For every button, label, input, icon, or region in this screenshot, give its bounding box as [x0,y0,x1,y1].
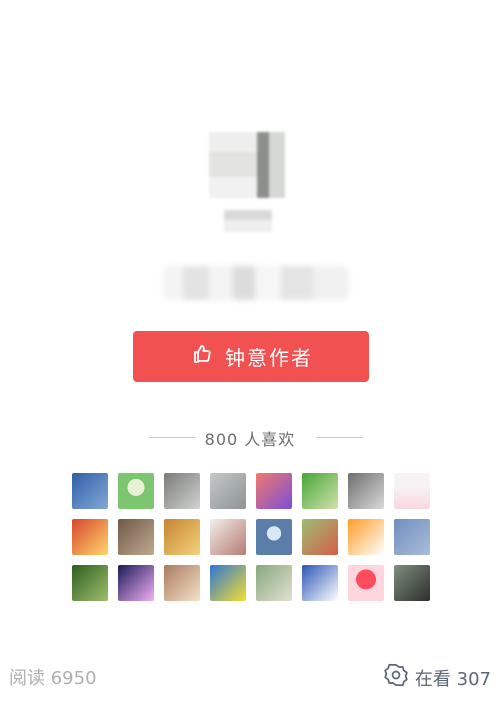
liker-avatar[interactable] [256,473,292,509]
liker-avatar[interactable] [164,519,200,555]
liker-avatar[interactable] [164,473,200,509]
like-author-label: 钟意作者 [225,348,313,370]
liker-avatar[interactable] [302,473,338,509]
liker-avatar[interactable] [394,473,430,509]
liker-avatar[interactable] [210,519,246,555]
liker-avatar[interactable] [72,565,108,601]
author-avatar [209,132,285,198]
liker-avatar[interactable] [302,565,338,601]
watching-button[interactable]: 在看 307 [383,662,491,693]
liker-avatar[interactable] [72,473,108,509]
liker-avatar[interactable] [302,519,338,555]
liker-avatar[interactable] [72,519,108,555]
liker-avatar[interactable] [394,565,430,601]
liker-avatar[interactable] [256,565,292,601]
liker-avatar[interactable] [210,565,246,601]
watching-icon [383,662,409,693]
liker-avatar[interactable] [348,565,384,601]
liker-avatar[interactable] [118,473,154,509]
read-count: 阅读 6950 [9,668,97,689]
like-count: 800 人喜欢 [204,430,296,449]
liker-avatar[interactable] [348,519,384,555]
liker-avatar[interactable] [164,565,200,601]
like-author-button[interactable]: 钟意作者 [133,331,369,382]
watching-label: 在看 307 [414,668,491,690]
divider-right [316,437,363,438]
thumbs-up-icon [189,342,213,372]
liker-avatar[interactable] [256,519,292,555]
liker-avatar[interactable] [348,473,384,509]
author-signature [163,266,349,300]
author-name [224,210,272,232]
liker-avatar-grid [72,473,434,601]
liker-avatar[interactable] [118,519,154,555]
liker-avatar[interactable] [394,519,430,555]
liker-avatar[interactable] [210,473,246,509]
liker-avatar[interactable] [118,565,154,601]
